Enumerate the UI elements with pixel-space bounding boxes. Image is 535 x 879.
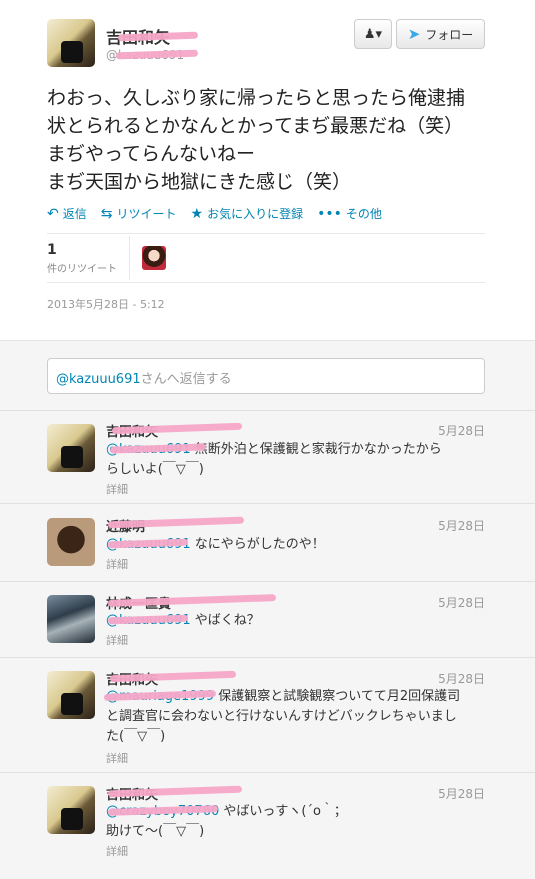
reply-line: 無断外泊と保護観と家裁行かなかったから — [194, 442, 442, 457]
main-tweet: 吉田和矢 @kazuuu691 ♟▾ ➤ フォロー わおっ、久しぶり家に帰ったら… — [0, 0, 535, 340]
favorite-action[interactable]: ★ お気に入りに登録 — [191, 205, 304, 222]
divider — [47, 282, 485, 283]
reply-line: やばいっすヽ(´o｀； — [223, 804, 347, 819]
reply-avatar[interactable] — [47, 786, 95, 834]
follow-button[interactable]: ➤ フォロー — [396, 19, 485, 49]
more-dots-icon: ••• — [317, 205, 342, 222]
twitter-bird-icon: ➤ — [407, 25, 421, 43]
tweet-body: わおっ、久しぶり家に帰ったらと思ったら俺逮捕 状とられるとかなんとかってまぢ最悪… — [47, 84, 487, 196]
replies-section: @kazuuu691さんへ返信する 吉田和矢 5月28日 @kazuuu691 … — [0, 340, 535, 879]
reply-item[interactable]: 吉田和矢 5月28日 @kazuuu691 無断外泊と保護観と家裁行かなかったか… — [0, 410, 535, 503]
retweeter-avatar[interactable] — [142, 246, 166, 270]
reply-item[interactable]: 吉田和矢 5月28日 @mauriage1999 保護観察と試験観察ついてて月2… — [0, 657, 535, 772]
user-avatar[interactable] — [47, 19, 95, 67]
reply-line: やばくね？ — [194, 613, 260, 628]
reply-detail-link[interactable]: 詳細 — [106, 632, 128, 648]
reply-avatar[interactable] — [47, 518, 95, 566]
reply-line: 助けて～(￣▽￣) — [106, 824, 205, 839]
redaction-mark — [115, 49, 199, 60]
reply-detail-link[interactable]: 詳細 — [106, 843, 128, 859]
stats-divider — [129, 236, 130, 280]
reply-item[interactable]: 吉田和矢 5月28日 @crazyboy70760 やばいっすヽ(´o｀； 助け… — [0, 772, 535, 879]
reply-date[interactable]: 5月28日 — [438, 422, 485, 439]
tweet-body-line: まぢ天国から地獄にきた感じ（笑） — [47, 171, 352, 193]
reply-line: た(￣▽￣) — [106, 729, 166, 744]
reply-line: 保護観察と試験観察ついてて月2回保護司 — [218, 689, 461, 704]
follow-label: フォロー — [425, 27, 474, 42]
tweet-actions: ↶ 返信 ⇆ リツイート ★ お気に入りに登録 ••• その他 — [47, 205, 396, 222]
reply-item[interactable]: 近藤明 5月28日 @kazuuu691 なにやらがしたのや！ 詳細 — [0, 503, 535, 581]
tweet-timestamp[interactable]: 2013年5月28日 - 5:12 — [47, 296, 165, 312]
reply-date[interactable]: 5月28日 — [438, 517, 485, 534]
redaction-mark — [117, 31, 199, 42]
reply-mention: @kazuuu691 — [56, 372, 141, 387]
more-action[interactable]: ••• その他 — [317, 205, 382, 222]
retweet-label: リツイート — [116, 207, 177, 221]
tweet-body-line: 状とられるとかなんとかってまぢ最悪だね（笑） — [47, 115, 464, 137]
reply-icon: ↶ — [47, 205, 59, 222]
divider — [47, 233, 485, 234]
retweet-action[interactable]: ⇆ リツイート — [101, 205, 177, 222]
reply-detail-link[interactable]: 詳細 — [106, 750, 128, 766]
reply-action[interactable]: ↶ 返信 — [47, 205, 87, 222]
reply-date[interactable]: 5月28日 — [438, 670, 485, 687]
reply-date[interactable]: 5月28日 — [438, 594, 485, 611]
reply-avatar[interactable] — [47, 671, 95, 719]
reply-date[interactable]: 5月28日 — [438, 785, 485, 802]
tweet-body-line: まぢやってらんないねー — [47, 143, 256, 165]
reply-avatar[interactable] — [47, 595, 95, 643]
retweet-stats[interactable]: 1 件のリツイート — [47, 242, 117, 275]
reply-line: なにやらがしたのや！ — [194, 537, 325, 552]
retweet-icon: ⇆ — [100, 205, 113, 222]
user-actions-button[interactable]: ♟▾ — [354, 19, 392, 49]
star-icon: ★ — [190, 205, 204, 222]
reply-detail-link[interactable]: 詳細 — [106, 481, 128, 497]
retweet-count: 1 — [47, 242, 57, 258]
reply-placeholder: さんへ返信する — [140, 372, 232, 387]
tweet-body-line: わおっ、久しぶり家に帰ったらと思ったら俺逮捕 — [47, 87, 466, 109]
reply-detail-link[interactable]: 詳細 — [106, 556, 128, 572]
reply-avatar[interactable] — [47, 424, 95, 472]
more-label: その他 — [345, 207, 382, 221]
reply-line: と調査官に会わないと行けないんすけどバックレちゃいまし — [106, 709, 457, 724]
reply-input[interactable]: @kazuuu691さんへ返信する — [47, 358, 485, 394]
retweet-count-label: 件のリツイート — [47, 264, 117, 275]
reply-label: 返信 — [62, 207, 87, 221]
favorite-label: お気に入りに登録 — [207, 207, 304, 221]
reply-line: らしいよ(￣▽￣) — [106, 462, 204, 477]
user-icon: ♟▾ — [363, 26, 383, 42]
reply-item[interactable]: 林成一匡貴 5月28日 @kazuuu691 やばくね？ 詳細 — [0, 581, 535, 657]
